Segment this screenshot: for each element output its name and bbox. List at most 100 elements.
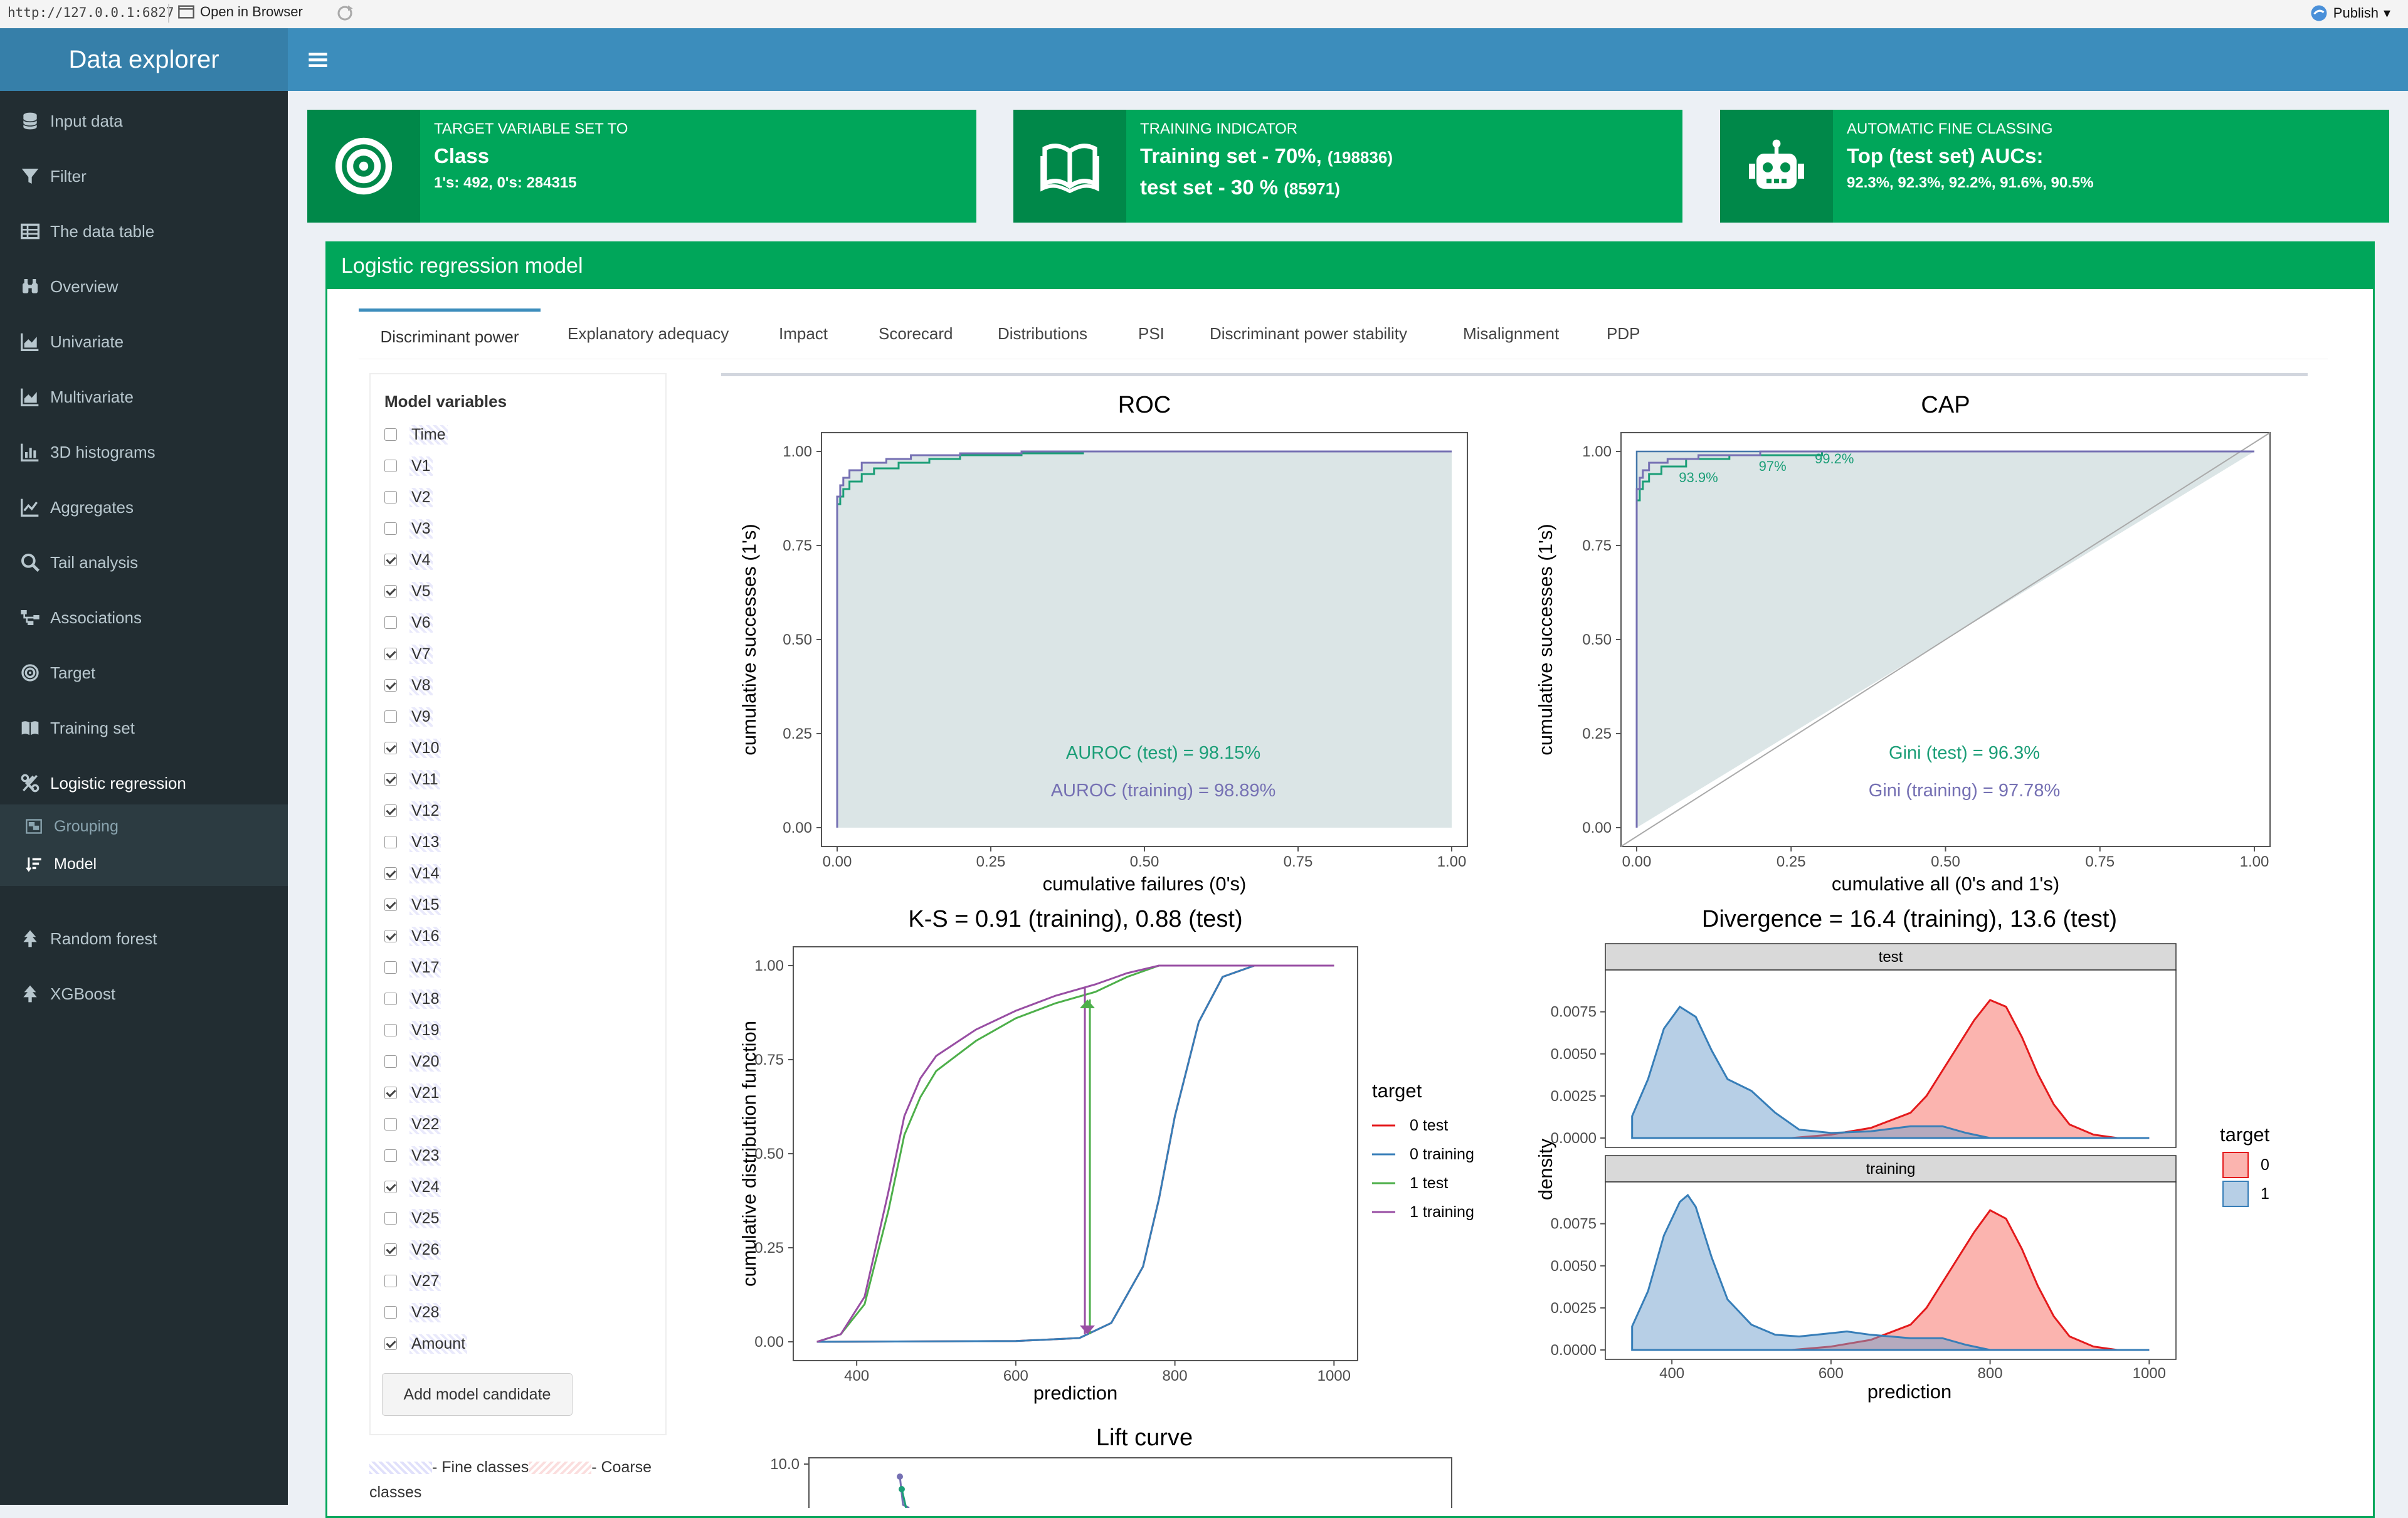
variable-checkbox[interactable] [384, 993, 397, 1005]
variable-checkbox[interactable] [384, 1087, 397, 1099]
variable-checkbox[interactable] [384, 1055, 397, 1068]
variable-checkbox[interactable] [384, 742, 397, 754]
sidebar-item-tail-analysis[interactable]: Tail analysis [0, 535, 288, 590]
tab-scorecard[interactable]: Scorecard [879, 308, 953, 359]
variable-checkbox-row[interactable]: V21 [384, 1082, 441, 1104]
variable-checkbox-row[interactable]: V11 [384, 768, 440, 791]
open-in-browser-button[interactable]: Open in Browser [177, 3, 303, 21]
variable-checkbox[interactable] [384, 1181, 397, 1193]
variable-checkbox-row[interactable]: V24 [384, 1176, 441, 1198]
class-legend: - Fine classes - Coarse classes [369, 1455, 670, 1505]
tab-impact[interactable]: Impact [779, 308, 828, 359]
variable-checkbox[interactable] [384, 1149, 397, 1162]
x-tick-label: 0.25 [976, 853, 1006, 870]
variable-checkbox-row[interactable]: V15 [384, 893, 441, 916]
y-tick-label: 0.00 [1582, 820, 1612, 836]
variable-checkbox[interactable] [384, 773, 397, 786]
sidebar-item-input-data[interactable]: Input data [0, 93, 288, 149]
auroc-training-label: AUROC (training) = 98.89% [1051, 781, 1276, 801]
sidebar-item-xgboost[interactable]: XGBoost [0, 966, 288, 1021]
sidebar-item-filter[interactable]: Filter [0, 149, 288, 204]
sidebar-item-random-forest[interactable]: Random forest [0, 911, 288, 966]
sidebar-item-target[interactable]: Target [0, 645, 288, 700]
variable-checkbox[interactable] [384, 804, 397, 817]
variable-checkbox[interactable] [384, 899, 397, 911]
variable-checkbox-row[interactable]: V5 [384, 580, 433, 603]
app-logo[interactable]: Data explorer [0, 28, 288, 91]
sidebar-toggle-hamburger-icon[interactable] [304, 46, 332, 73]
variable-checkbox-row[interactable]: V27 [384, 1270, 441, 1292]
variable-checkbox-row[interactable]: Time [384, 423, 448, 446]
sidebar-item-overview[interactable]: Overview [0, 259, 288, 314]
variable-checkbox-row[interactable]: V20 [384, 1050, 441, 1073]
variable-checkbox[interactable] [384, 1306, 397, 1319]
variable-checkbox[interactable] [384, 961, 397, 974]
sidebar-item-associations[interactable]: Associations [0, 590, 288, 645]
tab-psi[interactable]: PSI [1138, 308, 1164, 359]
variable-checkbox-row[interactable]: V8 [384, 674, 433, 697]
tab-distributions[interactable]: Distributions [998, 308, 1087, 359]
cap-point-label: 97% [1759, 458, 1787, 474]
variable-checkbox[interactable] [384, 585, 397, 598]
variable-checkbox-row[interactable]: V17 [384, 956, 441, 979]
variable-checkbox[interactable] [384, 679, 397, 692]
bullseye-icon [21, 664, 39, 682]
variable-checkbox[interactable] [384, 930, 397, 942]
sidebar-subitem-grouping[interactable]: Grouping [0, 808, 288, 845]
variable-checkbox[interactable] [384, 554, 397, 566]
sidebar-item-data-table[interactable]: The data table [0, 204, 288, 259]
sidebar-item-logistic-regression[interactable]: Logistic regression [0, 756, 288, 811]
variable-checkbox-row[interactable]: V18 [384, 988, 441, 1010]
publish-button[interactable]: Publish ▾ [2310, 4, 2390, 23]
variable-checkbox-row[interactable]: V6 [384, 611, 433, 634]
variable-checkbox[interactable] [384, 836, 397, 848]
variable-checkbox[interactable] [384, 648, 397, 660]
sidebar-item-univariate[interactable]: Univariate [0, 314, 288, 369]
variable-checkbox[interactable] [384, 491, 397, 503]
sidebar-item-multivariate[interactable]: Multivariate [0, 369, 288, 424]
variable-checkbox[interactable] [384, 1118, 397, 1131]
variable-checkbox-row[interactable]: V22 [384, 1113, 441, 1136]
variable-checkbox-row[interactable]: V2 [384, 486, 433, 509]
variable-checkbox-row[interactable]: V23 [384, 1144, 441, 1167]
variable-checkbox[interactable] [384, 1275, 397, 1287]
tab-explanatory-adequacy[interactable]: Explanatory adequacy [568, 308, 729, 359]
sidebar-subitem-model[interactable]: Model [0, 845, 288, 883]
variable-checkbox[interactable] [384, 616, 397, 629]
variable-checkbox[interactable] [384, 460, 397, 472]
variable-checkbox-row[interactable]: V1 [384, 455, 433, 477]
variable-checkbox[interactable] [384, 710, 397, 723]
variable-checkbox-row[interactable]: V7 [384, 643, 433, 665]
variable-checkbox-row[interactable]: V12 [384, 799, 441, 822]
variable-checkbox[interactable] [384, 428, 397, 441]
variable-checkbox-row[interactable]: V14 [384, 862, 441, 885]
tab-discriminant-power-stability[interactable]: Discriminant power stability [1210, 308, 1407, 359]
sidebar-item-aggregates[interactable]: Aggregates [0, 480, 288, 535]
variable-checkbox-row[interactable]: V25 [384, 1207, 441, 1230]
variable-checkbox[interactable] [384, 867, 397, 880]
tab-misalignment[interactable]: Misalignment [1463, 308, 1559, 359]
sidebar-item-training-set[interactable]: Training set [0, 700, 288, 756]
variable-checkbox-row[interactable]: V10 [384, 737, 441, 759]
refresh-icon[interactable] [335, 4, 354, 23]
variable-checkbox-row[interactable]: V16 [384, 925, 441, 947]
variable-checkbox-row[interactable]: V4 [384, 549, 433, 571]
variable-checkbox-row[interactable]: V19 [384, 1019, 441, 1041]
sidebar-item-3d-histograms[interactable]: 3D histograms [0, 424, 288, 480]
line-chart-icon [21, 498, 39, 517]
variable-checkbox[interactable] [384, 1212, 397, 1225]
variable-checkbox-row[interactable]: V13 [384, 831, 441, 853]
variable-checkbox[interactable] [384, 522, 397, 535]
variable-checkbox[interactable] [384, 1243, 397, 1256]
variable-checkbox-row[interactable]: V9 [384, 705, 433, 728]
variable-checkbox-row[interactable]: V28 [384, 1301, 441, 1324]
tab-discriminant-power[interactable]: Discriminant power [359, 308, 541, 362]
variable-checkbox-row[interactable]: Amount [384, 1332, 468, 1355]
variable-checkbox[interactable] [384, 1337, 397, 1350]
add-model-candidate-button[interactable]: Add model candidate [382, 1373, 573, 1416]
y-tick-label: 0.0075 [1551, 1216, 1597, 1233]
tab-pdp[interactable]: PDP [1607, 308, 1640, 359]
variable-checkbox[interactable] [384, 1024, 397, 1036]
variable-checkbox-row[interactable]: V26 [384, 1238, 441, 1261]
variable-checkbox-row[interactable]: V3 [384, 517, 433, 540]
